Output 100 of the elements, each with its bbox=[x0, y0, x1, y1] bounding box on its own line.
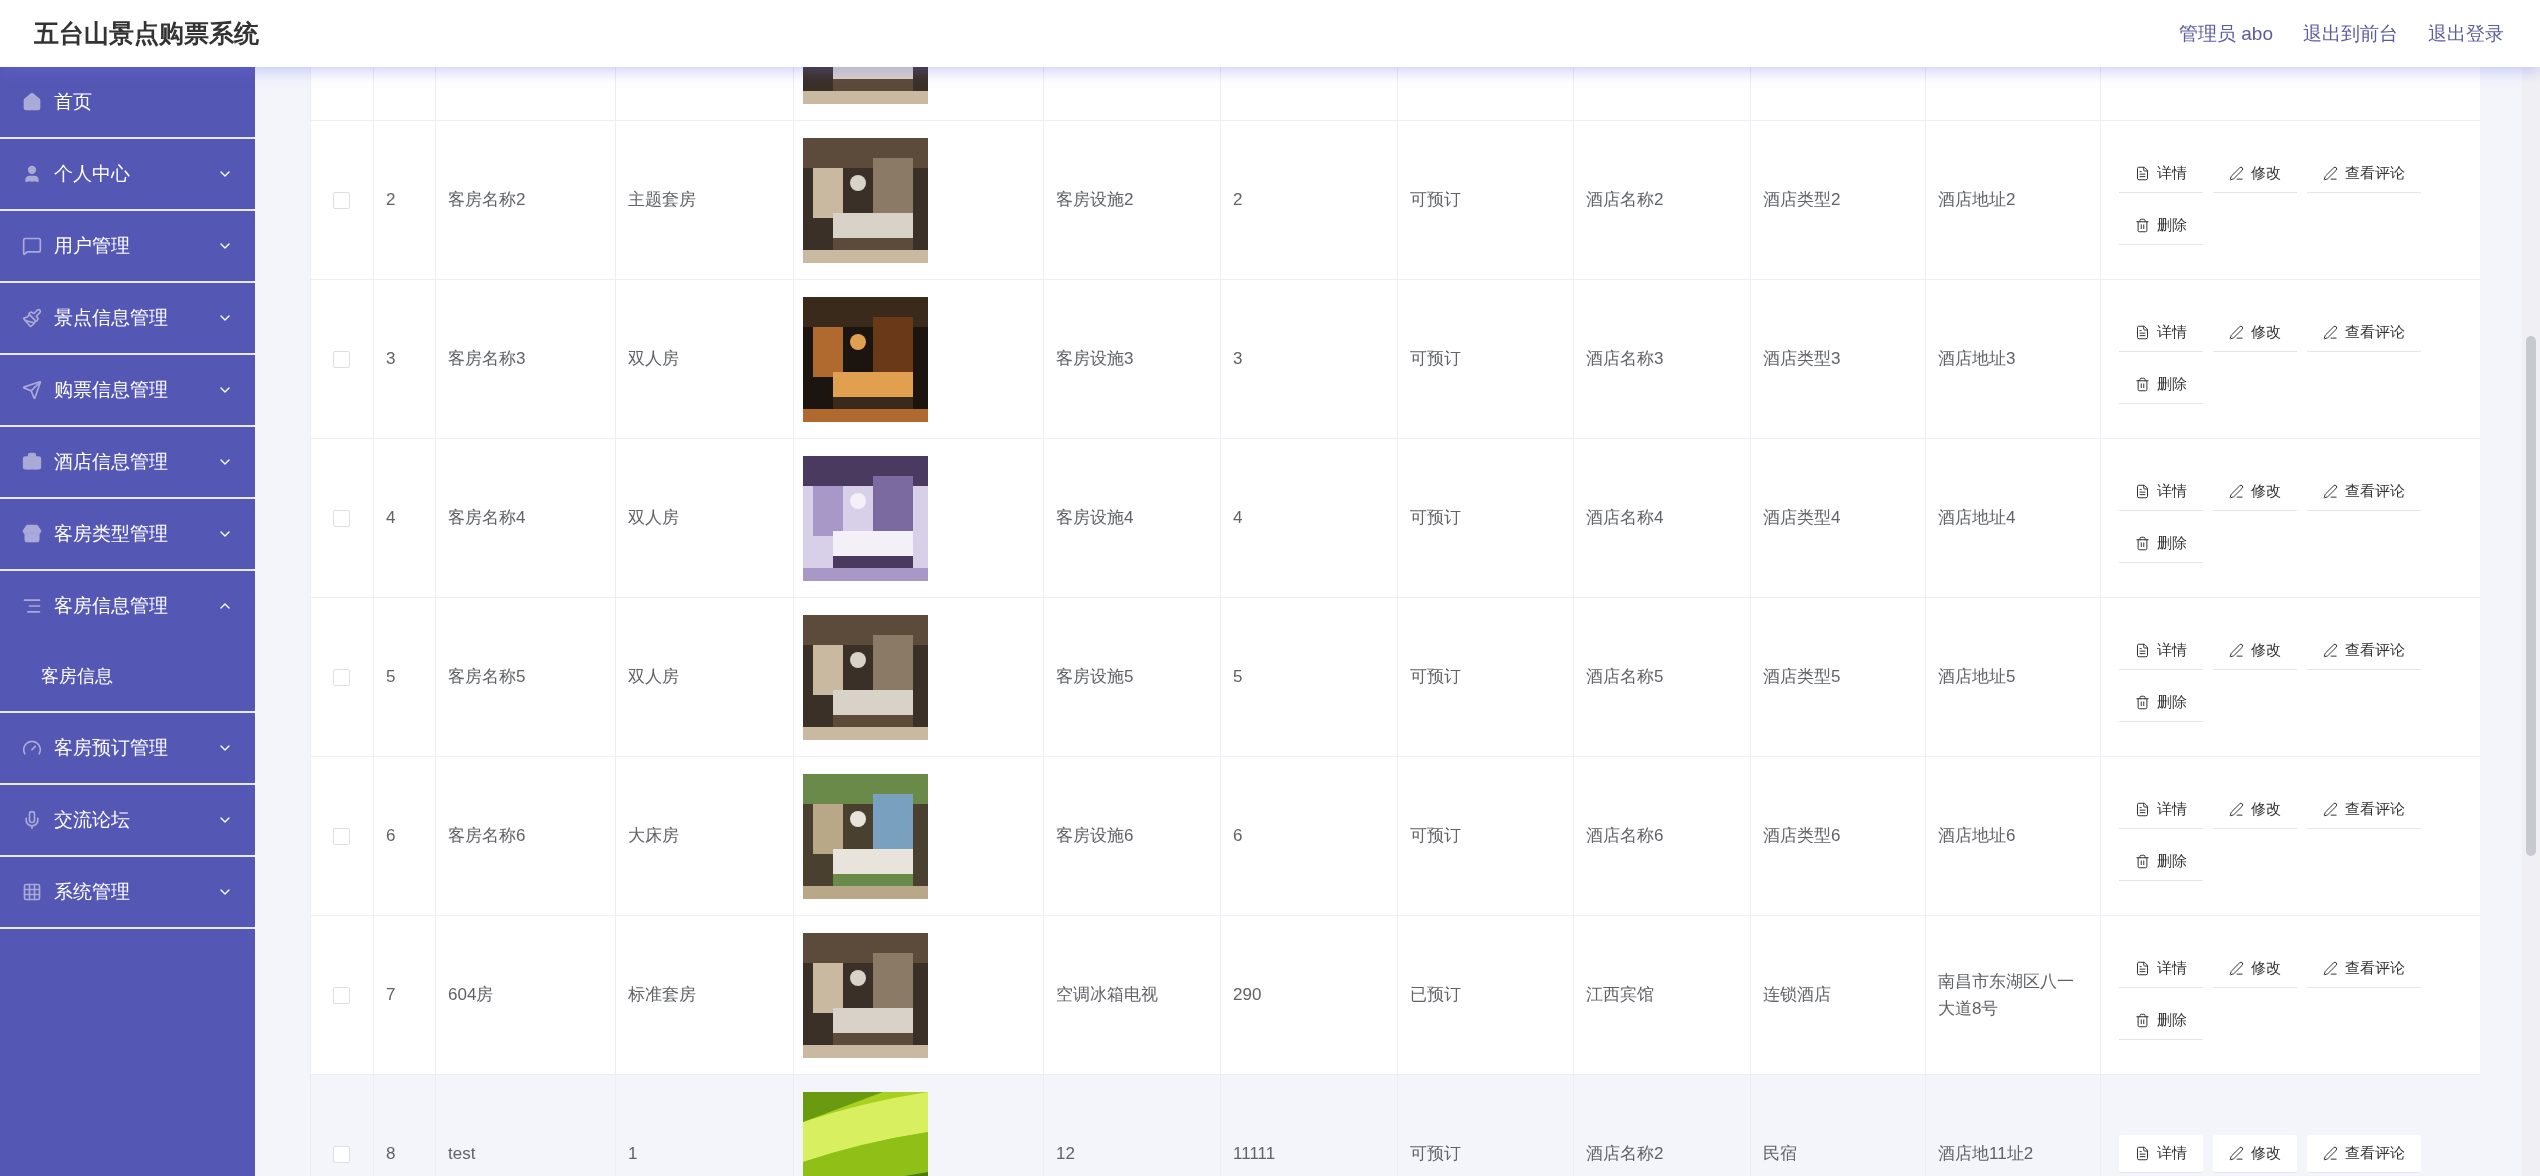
pencil-icon bbox=[2323, 802, 2338, 817]
document-icon bbox=[2135, 484, 2150, 499]
row-number: 7 bbox=[386, 984, 396, 1007]
room-name: 客房名称3 bbox=[448, 348, 526, 371]
pencil-icon bbox=[2323, 643, 2338, 658]
room-price: 290 bbox=[1233, 984, 1262, 1007]
document-icon bbox=[2135, 961, 2150, 976]
sidebar-item[interactable]: 个人中心 bbox=[0, 139, 255, 211]
sidebar-item[interactable]: 客房信息管理 bbox=[0, 571, 255, 641]
grid-icon bbox=[22, 882, 42, 902]
room-status: 已预订 bbox=[1410, 984, 1461, 1007]
hotel-address: 酒店地址6 bbox=[1938, 825, 2016, 848]
row-checkbox[interactable] bbox=[333, 827, 350, 845]
room-price: 5 bbox=[1233, 666, 1243, 689]
hotel-name: 江西宾馆 bbox=[1586, 984, 1654, 1007]
pencil-icon bbox=[2323, 325, 2338, 340]
room-name: 604房 bbox=[448, 984, 494, 1007]
sidebar-item[interactable]: 用户管理 bbox=[0, 211, 255, 283]
room-facilities: 客房设施4 bbox=[1056, 507, 1134, 530]
sidebar-item[interactable]: 客房类型管理 bbox=[0, 499, 255, 571]
room-facilities: 客房设施5 bbox=[1056, 666, 1134, 689]
row-checkbox[interactable] bbox=[333, 509, 350, 527]
row-checkbox[interactable] bbox=[333, 1145, 350, 1163]
sidebar-item[interactable]: 购票信息管理 bbox=[0, 355, 255, 427]
scrollbar-thumb[interactable] bbox=[2526, 336, 2536, 856]
room-type: 大床房 bbox=[628, 825, 679, 848]
hotel-name: 酒店名称3 bbox=[1586, 348, 1664, 371]
hotel-type: 酒店类型5 bbox=[1763, 666, 1841, 689]
row-number: 6 bbox=[386, 825, 396, 848]
pencil-icon bbox=[2323, 484, 2338, 499]
header-link[interactable]: 退出登录 bbox=[2428, 20, 2504, 47]
comments-button[interactable]: 查看评论 bbox=[2307, 1135, 2421, 1173]
sidebar-item[interactable]: 交流论坛 bbox=[0, 785, 255, 857]
sidebar-item[interactable]: 系统管理 bbox=[0, 857, 255, 929]
sidebar-item[interactable]: 首页 bbox=[0, 67, 255, 139]
row-number: 5 bbox=[386, 666, 396, 689]
document-icon bbox=[2135, 325, 2150, 340]
room-facilities: 客房设施3 bbox=[1056, 348, 1134, 371]
room-facilities: 客房设施6 bbox=[1056, 825, 1134, 848]
hotel-type: 酒店类型6 bbox=[1763, 825, 1841, 848]
pencil-icon bbox=[2323, 1146, 2338, 1161]
hotel-name: 酒店名称6 bbox=[1586, 825, 1664, 848]
pencil-icon bbox=[2229, 643, 2244, 658]
hotel-name: 酒店名称2 bbox=[1586, 189, 1664, 212]
room-price: 6 bbox=[1233, 825, 1243, 848]
gauge-icon bbox=[22, 738, 42, 758]
row-checkbox[interactable] bbox=[333, 350, 350, 368]
row-number: 3 bbox=[386, 348, 396, 371]
hotel-address: 酒店地址3 bbox=[1938, 348, 2016, 371]
room-facilities: 12 bbox=[1056, 1143, 1075, 1166]
hotel-name: 酒店名称4 bbox=[1586, 507, 1664, 530]
room-name: 客房名称6 bbox=[448, 825, 526, 848]
header-link[interactable]: 退出到前台 bbox=[2303, 20, 2398, 47]
room-status: 可预订 bbox=[1410, 189, 1461, 212]
chat-icon bbox=[22, 236, 42, 256]
room-price: 2 bbox=[1233, 189, 1243, 212]
app-title: 五台山景点购票系统 bbox=[34, 18, 259, 49]
hotel-address: 南昌市东湖区八一大道8号 bbox=[1938, 970, 2075, 1020]
row-checkbox[interactable] bbox=[333, 191, 350, 209]
document-icon bbox=[2135, 643, 2150, 658]
sidebar-item[interactable]: 客房预订管理 bbox=[0, 713, 255, 785]
hotel-name: 酒店名称5 bbox=[1586, 666, 1664, 689]
scrollbar[interactable] bbox=[2522, 67, 2540, 1176]
room-status: 可预订 bbox=[1410, 507, 1461, 530]
room-status: 可预订 bbox=[1410, 1143, 1461, 1166]
user-icon bbox=[22, 164, 42, 184]
sidebar-subitem[interactable]: 客房信息 bbox=[0, 641, 255, 711]
sidebar-item[interactable]: 酒店信息管理 bbox=[0, 427, 255, 499]
pencil-icon bbox=[2323, 961, 2338, 976]
sidebar-item[interactable]: 景点信息管理 bbox=[0, 283, 255, 355]
hotel-name: 酒店名称2 bbox=[1586, 1143, 1664, 1166]
hotel-address: 酒店地址4 bbox=[1938, 507, 2016, 530]
document-icon bbox=[2135, 166, 2150, 181]
pencil-icon bbox=[2323, 166, 2338, 181]
header-link[interactable]: 管理员 abo bbox=[2179, 20, 2273, 47]
trash-icon bbox=[2135, 1013, 2150, 1028]
pencil-icon bbox=[2229, 166, 2244, 181]
hotel-address: 酒店地11址2 bbox=[1938, 1143, 2034, 1166]
room-type: 双人房 bbox=[628, 507, 679, 530]
details-button[interactable]: 详情 bbox=[2119, 1135, 2203, 1173]
briefcase-icon bbox=[22, 452, 42, 472]
room-status: 可预订 bbox=[1410, 666, 1461, 689]
row-number: 8 bbox=[386, 1143, 396, 1166]
trash-icon bbox=[2135, 377, 2150, 392]
edit-button[interactable]: 修改 bbox=[2213, 1135, 2297, 1173]
trash-icon bbox=[2135, 854, 2150, 869]
row-checkbox[interactable] bbox=[333, 986, 350, 1004]
room-status: 可预订 bbox=[1410, 825, 1461, 848]
room-price: 11111 bbox=[1233, 1143, 1276, 1166]
pencil-icon bbox=[2229, 484, 2244, 499]
row-number: 2 bbox=[386, 189, 396, 212]
trash-icon bbox=[2135, 218, 2150, 233]
hotel-type: 民宿 bbox=[1763, 1143, 1797, 1166]
row-checkbox[interactable] bbox=[333, 668, 350, 686]
room-type: 主题套房 bbox=[628, 189, 696, 212]
pencil-icon bbox=[2229, 802, 2244, 817]
hotel-type: 酒店类型3 bbox=[1763, 348, 1841, 371]
room-name: 客房名称5 bbox=[448, 666, 526, 689]
send-icon bbox=[22, 380, 42, 400]
room-type: 1 bbox=[628, 1143, 638, 1166]
